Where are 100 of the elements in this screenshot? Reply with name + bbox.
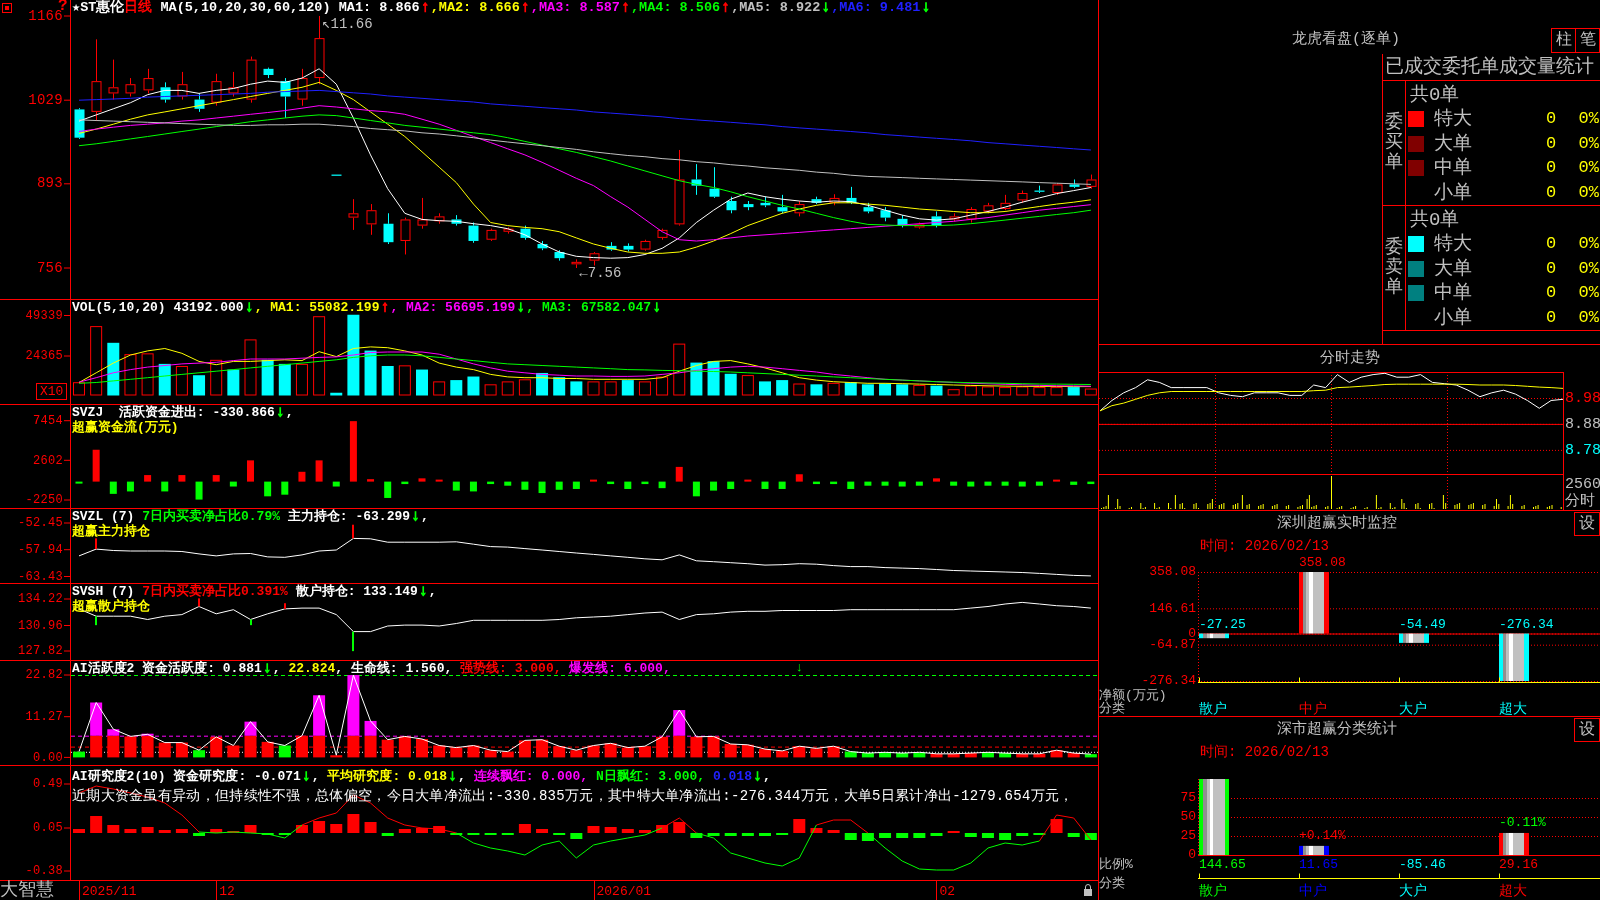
date-text: 时间: 2026/02/13 bbox=[1200, 537, 1329, 554]
axis-label: 0 bbox=[1188, 847, 1196, 863]
axis-label: -63.43 bbox=[18, 569, 63, 583]
trend-arrow: ↓ bbox=[243, 300, 255, 315]
signal-arrow: ↓ bbox=[795, 660, 804, 676]
value-label: -85.46 bbox=[1399, 857, 1446, 873]
value-label: -276.34 bbox=[1499, 616, 1554, 632]
legend-text: ,MA6: 9.481 bbox=[831, 0, 921, 15]
order-percent: 0% bbox=[1578, 182, 1599, 203]
category-label: 超大 bbox=[1499, 882, 1527, 899]
order-type-label: 大单 bbox=[1434, 132, 1472, 155]
trend-arrow: ↑ bbox=[619, 0, 631, 15]
legend-text: 平均研究度: 0.018 bbox=[327, 768, 448, 786]
trend-arrow: ↓ bbox=[301, 768, 312, 786]
legend-text: 强势线: 3.000, bbox=[460, 661, 563, 676]
legend-text: 主力持仓: -63.299 bbox=[286, 509, 411, 524]
category-label: 散户 bbox=[1199, 882, 1227, 899]
order-total: 共0单 bbox=[1410, 84, 1460, 106]
date-label: 12 bbox=[219, 884, 235, 899]
date-text: 时间: 2026/02/13 bbox=[1200, 743, 1329, 760]
axis-label: 75 bbox=[1180, 790, 1196, 806]
order-count: 0 bbox=[1545, 133, 1557, 154]
axis-label: 8.98 bbox=[1565, 389, 1600, 407]
legend-text: ,MA4: 8.506 bbox=[631, 0, 721, 15]
axis-label: 25 bbox=[1180, 828, 1196, 844]
axis-label: -52.45 bbox=[18, 516, 63, 531]
trend-arrow: ↓ bbox=[820, 0, 832, 15]
trend-arrow: ↓ bbox=[651, 300, 663, 315]
legend-text: 超赢资金流(万元) bbox=[72, 420, 179, 435]
axis-label: 8.88 bbox=[1565, 415, 1600, 433]
axis-label: 11.27 bbox=[25, 709, 63, 724]
order-percent: 0% bbox=[1578, 307, 1599, 328]
legend-text: , MA1: 55082.199 bbox=[254, 300, 380, 315]
date-label: 2025/11 bbox=[82, 884, 137, 899]
axis-label: 22.82 bbox=[25, 668, 63, 683]
value-label: -27.25 bbox=[1199, 616, 1246, 632]
trend-arrow: ↓ bbox=[752, 768, 763, 786]
category-label: 大户 bbox=[1399, 882, 1427, 899]
axis-label: -0.38 bbox=[25, 864, 63, 879]
price-label: ↖11.66 bbox=[322, 15, 373, 32]
axis-label: 0.05 bbox=[33, 821, 63, 836]
legend-text: 22.824 bbox=[288, 661, 336, 676]
axis-label: 130.96 bbox=[18, 618, 63, 633]
trend-arrow: ↓ bbox=[274, 405, 286, 420]
trend-arrow: ↑ bbox=[519, 0, 531, 15]
trend-arrow: ↓ bbox=[262, 661, 273, 676]
axis-label: 127.82 bbox=[18, 644, 63, 659]
order-type-label: 小单 bbox=[1434, 306, 1472, 329]
legend-text: 超赢散户持仓 bbox=[72, 599, 150, 614]
legend-text: 日线 bbox=[124, 0, 153, 15]
trend-arrow: ↑ bbox=[720, 0, 732, 15]
axis-label: 893 bbox=[36, 175, 63, 192]
order-percent: 0% bbox=[1578, 234, 1599, 255]
brand-label: 大智慧 bbox=[0, 881, 54, 900]
axis-title: 分时 bbox=[1565, 492, 1595, 510]
axis-title: 比例% bbox=[1099, 857, 1133, 873]
trend-arrow: ↓ bbox=[447, 768, 459, 786]
trend-arrow: ↓ bbox=[410, 509, 422, 524]
legend-text: 0.018 bbox=[712, 768, 752, 786]
legend-text: , MA3: 67582.047 bbox=[526, 300, 652, 315]
legend-text: , bbox=[285, 405, 294, 420]
legend-text: AI研究度2(10) 资金研究度: -0.071 bbox=[72, 768, 301, 786]
order-type-label: 中单 bbox=[1434, 282, 1472, 305]
order-percent: 0% bbox=[1578, 258, 1599, 279]
side-label: 委卖单 bbox=[1385, 238, 1403, 298]
date-label: 2026/01 bbox=[596, 884, 652, 899]
category-label: 中户 bbox=[1299, 700, 1327, 716]
legend-text: ★ST惠伦 bbox=[72, 0, 125, 15]
legend-text: 连续飘红: 0.000, bbox=[473, 768, 590, 786]
axis-label: 50 bbox=[1180, 809, 1196, 825]
order-percent: 0% bbox=[1578, 133, 1599, 154]
panel-title: 龙虎看盘(逐单) bbox=[1292, 31, 1400, 49]
order-count: 0 bbox=[1545, 109, 1557, 130]
axis-label: 24365 bbox=[25, 349, 63, 364]
axis-label: 1029 bbox=[28, 91, 63, 108]
axis-label: 146.61 bbox=[1149, 600, 1196, 616]
value-label: 144.65 bbox=[1199, 857, 1246, 873]
axis-label: 0.49 bbox=[33, 777, 63, 792]
panel-title: 分时走势 bbox=[1319, 349, 1380, 368]
legend-text: ,MA3: 8.587 bbox=[530, 0, 620, 15]
legend-text: 7日内买卖净占比0.391% bbox=[142, 584, 288, 599]
legend-text: 7日内买卖净占比0.79% bbox=[142, 509, 281, 524]
order-count: 0 bbox=[1545, 158, 1557, 179]
order-type-label: 中单 bbox=[1434, 157, 1472, 180]
axis-label: -276.34 bbox=[1141, 673, 1196, 689]
axis-label: 358.08 bbox=[1149, 564, 1196, 580]
panel-title: 深圳超赢实时监控 bbox=[1276, 515, 1397, 533]
order-count: 0 bbox=[1545, 258, 1557, 279]
order-count: 0 bbox=[1545, 182, 1557, 203]
axis-label: 756 bbox=[36, 259, 63, 276]
legend-text: , bbox=[311, 768, 321, 786]
axis-label: 2602 bbox=[33, 453, 63, 468]
order-percent: 0% bbox=[1578, 109, 1599, 130]
legend-text: , bbox=[762, 768, 771, 786]
legend-text: N日飘红: 3.000, bbox=[595, 768, 707, 786]
axis-label: 134.22 bbox=[18, 592, 63, 607]
trend-arrow: ↓ bbox=[920, 0, 932, 15]
order-type-label: 特大 bbox=[1434, 233, 1472, 256]
axis-label: 0.00 bbox=[33, 750, 63, 765]
order-total: 共0单 bbox=[1410, 209, 1460, 231]
